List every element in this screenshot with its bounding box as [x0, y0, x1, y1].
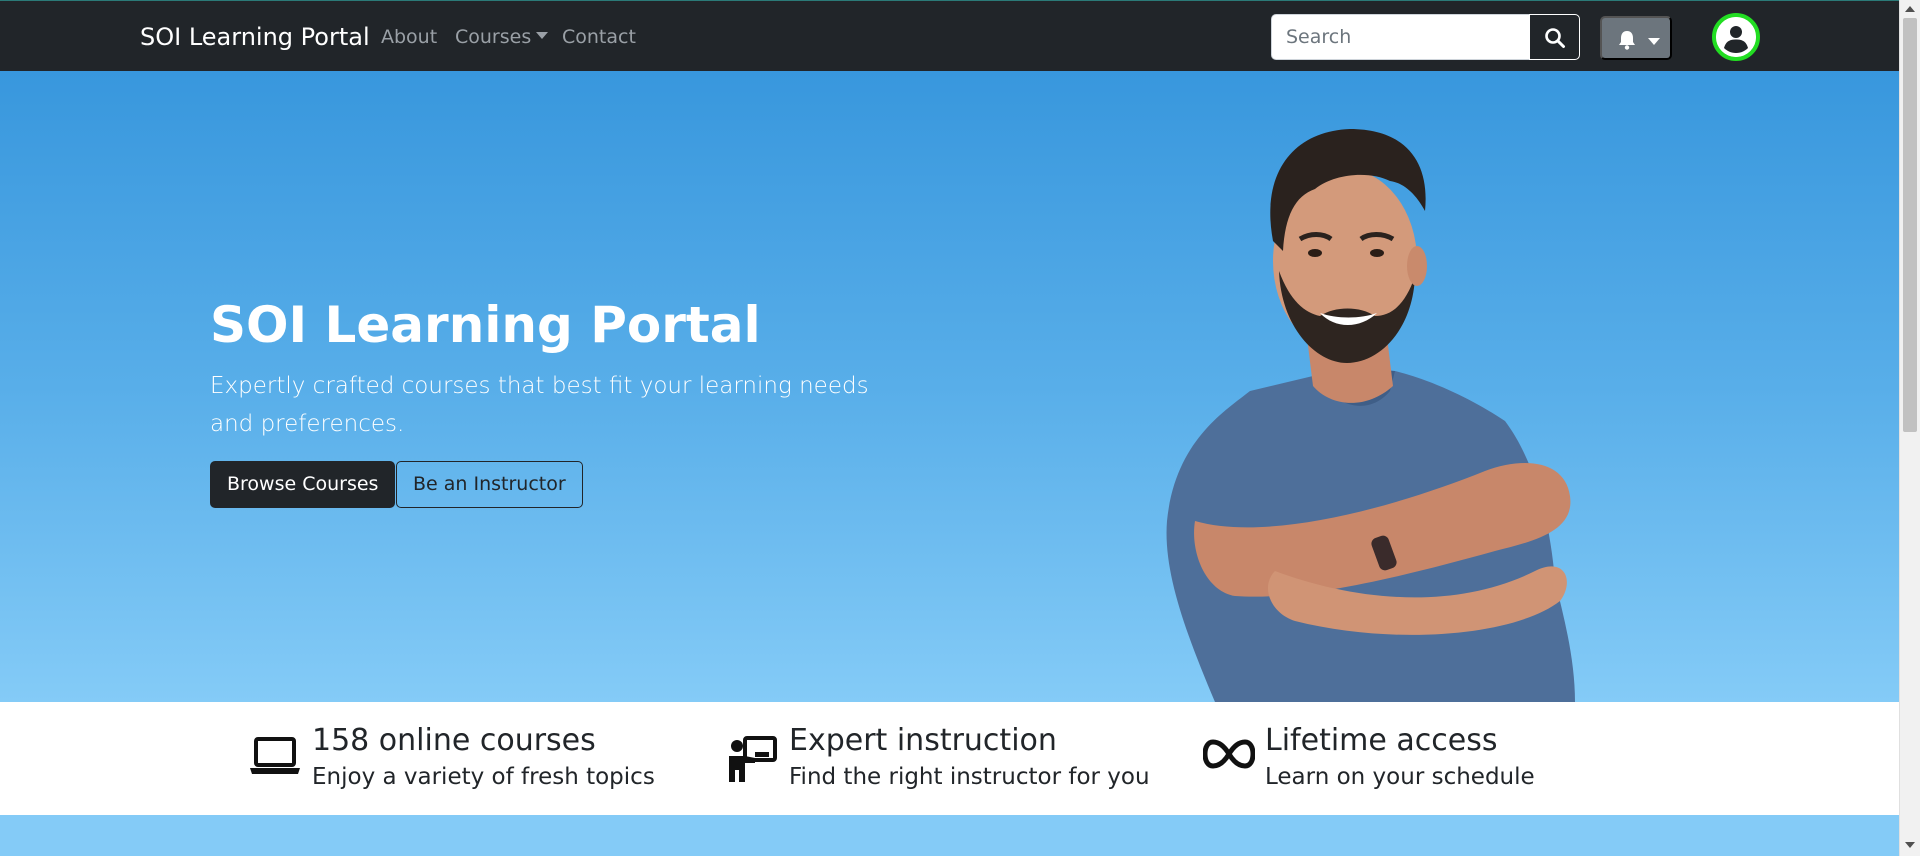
- nav-contact-link[interactable]: Contact: [562, 24, 636, 50]
- caret-down-icon: [1648, 38, 1660, 45]
- search-icon: [1545, 28, 1565, 48]
- scrollbar-thumb[interactable]: [1903, 18, 1917, 432]
- feature-description: Learn on your schedule: [1265, 764, 1535, 790]
- browse-courses-button[interactable]: Browse Courses: [210, 461, 396, 508]
- infinity-icon: [1203, 739, 1255, 769]
- search-button[interactable]: [1529, 14, 1580, 60]
- user-circle-icon: [1716, 17, 1756, 57]
- chevron-down-icon: [536, 32, 549, 39]
- hero-person-image: [1166, 129, 1575, 702]
- hero-title: SOI Learning Portal: [210, 296, 761, 354]
- brand-link[interactable]: SOI Learning Portal: [140, 21, 370, 53]
- bell-icon: [1619, 31, 1635, 50]
- feature-title: Expert instruction: [789, 723, 1057, 758]
- navbar: SOI Learning Portal About Courses Contac…: [0, 0, 1899, 71]
- feature-title: Lifetime access: [1265, 723, 1498, 758]
- chalkboard-teacher-icon: [729, 736, 777, 782]
- hero-section: SOI Learning Portal Expertly crafted cou…: [0, 71, 1899, 702]
- scroll-up-arrow-icon[interactable]: [1905, 6, 1915, 12]
- notifications-button[interactable]: [1600, 16, 1672, 60]
- nav-about-link[interactable]: About: [381, 24, 437, 50]
- vertical-scrollbar[interactable]: [1899, 0, 1920, 856]
- be-instructor-button[interactable]: Be an Instructor: [396, 461, 583, 508]
- feature-description: Enjoy a variety of fresh topics: [312, 764, 655, 790]
- hero-subtitle: Expertly crafted courses that best fit y…: [210, 373, 869, 437]
- features-strip: 158 online courses Enjoy a variety of fr…: [0, 702, 1899, 815]
- scroll-down-arrow-icon[interactable]: [1905, 842, 1915, 848]
- next-section-band: [0, 815, 1899, 856]
- feature-description: Find the right instructor for you: [789, 764, 1150, 790]
- search-input[interactable]: [1271, 14, 1529, 60]
- laptop-icon: [250, 737, 300, 774]
- profile-avatar[interactable]: [1712, 13, 1760, 61]
- nav-courses-dropdown[interactable]: Courses: [455, 24, 549, 50]
- nav-courses-label: Courses: [455, 26, 532, 48]
- feature-title: 158 online courses: [312, 723, 596, 758]
